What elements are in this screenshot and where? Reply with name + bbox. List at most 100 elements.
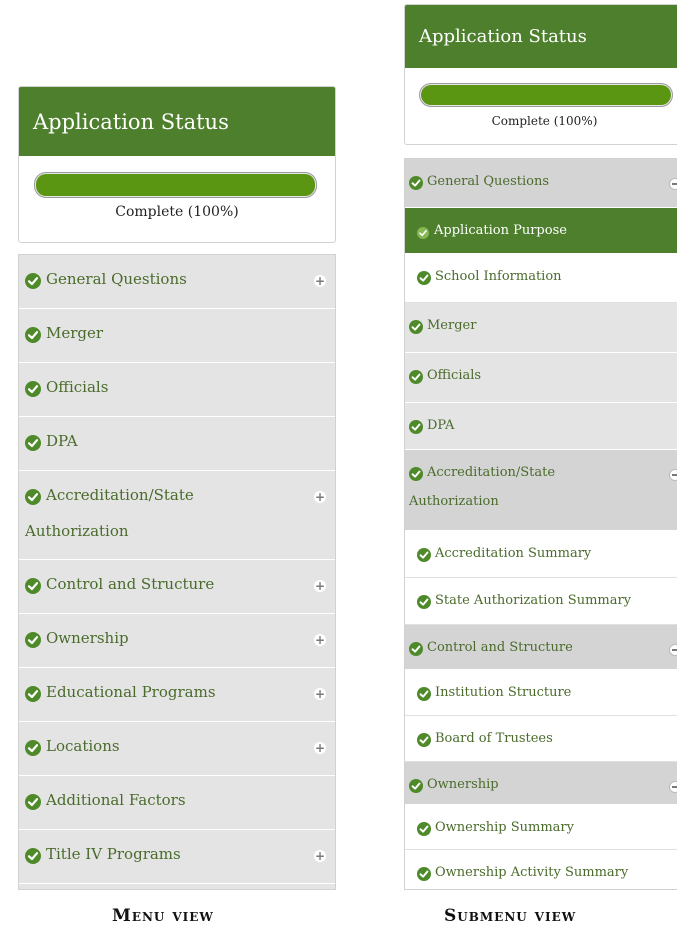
checkmark-icon: [417, 867, 431, 881]
menu-item-label: DPA: [427, 418, 455, 433]
menu-item-label: Institution Structure: [435, 685, 572, 700]
submenu-item[interactable]: Ownership Summary: [405, 805, 677, 850]
menu-item-label: General Questions: [427, 174, 550, 189]
menu-item[interactable]: Ownership: [405, 762, 677, 805]
expand-plus-icon[interactable]: +: [314, 491, 326, 503]
checkmark-icon: [25, 848, 41, 864]
checkmark-icon: [409, 420, 423, 434]
menu-item[interactable]: Title IV Programs +: [19, 830, 335, 884]
menu-item-label: Officials: [46, 378, 109, 396]
submenu-item[interactable]: Application Purpose: [405, 208, 677, 254]
submenu-item[interactable]: Institution Structure: [405, 670, 677, 716]
menu-item-label: Authorization: [409, 494, 499, 509]
submenu-item[interactable]: State Authorization Summary: [405, 578, 677, 625]
menu-item-label: Educational Programs: [46, 683, 216, 701]
menu-item-label: Ownership: [46, 629, 129, 647]
checkmark-icon: [409, 779, 423, 793]
menu-item[interactable]: General Questions +: [19, 255, 335, 309]
menu-item-label: Merger: [427, 318, 477, 333]
menu-item[interactable]: DPA: [405, 403, 677, 450]
menu-item[interactable]: Control and Structure: [405, 625, 677, 670]
menu-item-label: Additional Factors: [46, 791, 186, 809]
application-status-header: Application Status: [19, 87, 335, 156]
application-status-title: Application Status: [33, 109, 229, 134]
checkmark-icon: [409, 642, 423, 656]
checkmark-icon: [25, 578, 41, 594]
submenu-item[interactable]: Ownership Activity Summary: [405, 850, 677, 889]
checkmark-icon: [25, 381, 41, 397]
checkmark-icon: [25, 327, 41, 343]
progress-bar: [34, 172, 317, 198]
collapse-minus-icon[interactable]: [669, 178, 677, 190]
progress-bar-submenu: [419, 83, 673, 107]
menu-item-label: General Questions: [46, 270, 187, 288]
checkmark-icon: [409, 467, 423, 481]
menu-item-label: Ownership Summary: [435, 820, 574, 835]
menu-item-label: State Authorization Summary: [435, 593, 632, 608]
progress-label: Complete (100%): [115, 204, 239, 220]
menu-view-panel: Application Status Complete (100%): [18, 86, 336, 243]
checkmark-icon: [25, 632, 41, 648]
expand-plus-icon[interactable]: +: [314, 850, 326, 862]
menu-item-label: Application Purpose: [434, 223, 567, 238]
checkmark-icon: [25, 489, 41, 505]
checkmark-icon: [417, 548, 431, 562]
menu-item-label: DPA: [46, 432, 78, 450]
submenu-item[interactable]: Board of Trustees: [405, 716, 677, 762]
application-status-title-submenu: Application Status: [419, 26, 587, 47]
menu-item-label: Ownership: [427, 777, 499, 792]
submenu-item[interactable]: School Information: [405, 254, 677, 303]
menu-item[interactable]: Officials: [405, 353, 677, 403]
menu-item-label: Accreditation/State: [427, 465, 556, 480]
menu-item[interactable]: Accreditation/State Authorization +: [19, 471, 335, 560]
application-status-header-submenu: Application Status: [405, 5, 677, 68]
submenu-view-panel: Application Status Complete (100%): [404, 4, 677, 145]
checkmark-icon: [409, 176, 423, 190]
menu-item-label: Control and Structure: [46, 575, 215, 593]
checkmark-icon: [417, 271, 431, 285]
menu-item[interactable]: Educational Programs +: [19, 668, 335, 722]
menu-item[interactable]: Officials: [19, 363, 335, 417]
menu-view-caption: Menu view: [112, 906, 214, 926]
menu-item-label: Authorization: [25, 522, 129, 540]
menu-item[interactable]: General Questions: [405, 159, 677, 208]
menu-item-label: Ownership Activity Summary: [435, 865, 629, 880]
application-status-box: Application Status Complete (100%): [18, 86, 336, 243]
menu-item-label: Merger: [46, 324, 104, 342]
progress-label-submenu: Complete (100%): [491, 114, 598, 128]
checkmark-icon: [417, 822, 431, 836]
submenu-item[interactable]: Accreditation Summary: [405, 531, 677, 578]
menu-item[interactable]: Accreditation/State Authorization: [405, 450, 677, 531]
progress-bar-fill-submenu: [421, 85, 671, 105]
menu-item[interactable]: Additional Factors: [19, 776, 335, 830]
checkmark-icon: [409, 370, 423, 384]
collapse-minus-icon[interactable]: [669, 469, 677, 481]
collapse-minus-icon[interactable]: [669, 781, 677, 793]
checkmark-icon: [25, 794, 41, 810]
progress-bar-fill: [36, 174, 315, 196]
menu-item[interactable]: Locations +: [19, 722, 335, 776]
expand-plus-icon[interactable]: +: [314, 275, 326, 287]
checkmark-icon: [25, 686, 41, 702]
checkmark-icon: [417, 227, 429, 239]
menu-item[interactable]: DPA: [19, 417, 335, 471]
expand-plus-icon[interactable]: +: [314, 580, 326, 592]
checkmark-icon: [25, 740, 41, 756]
menu-item-label: Officials: [427, 368, 482, 383]
menu-item[interactable]: Merger: [405, 303, 677, 353]
checkmark-icon: [417, 733, 431, 747]
expand-plus-icon[interactable]: +: [314, 742, 326, 754]
menu-item[interactable]: Ownership +: [19, 614, 335, 668]
menu-item[interactable]: Control and Structure +: [19, 560, 335, 614]
checkmark-icon: [409, 320, 423, 334]
menu-item[interactable]: Merger: [19, 309, 335, 363]
collapse-minus-icon[interactable]: [669, 644, 677, 656]
menu-item-label: Board of Trustees: [435, 731, 553, 746]
expand-plus-icon[interactable]: +: [314, 634, 326, 646]
submenu-view-caption: Submenu view: [444, 906, 577, 926]
progress-area-submenu: Complete (100%): [405, 68, 677, 144]
submenu-list: General Questions Application Purpose Scho…: [404, 158, 677, 890]
menu-item-label: Title IV Programs: [46, 845, 181, 863]
checkmark-icon: [25, 435, 41, 451]
expand-plus-icon[interactable]: +: [314, 688, 326, 700]
